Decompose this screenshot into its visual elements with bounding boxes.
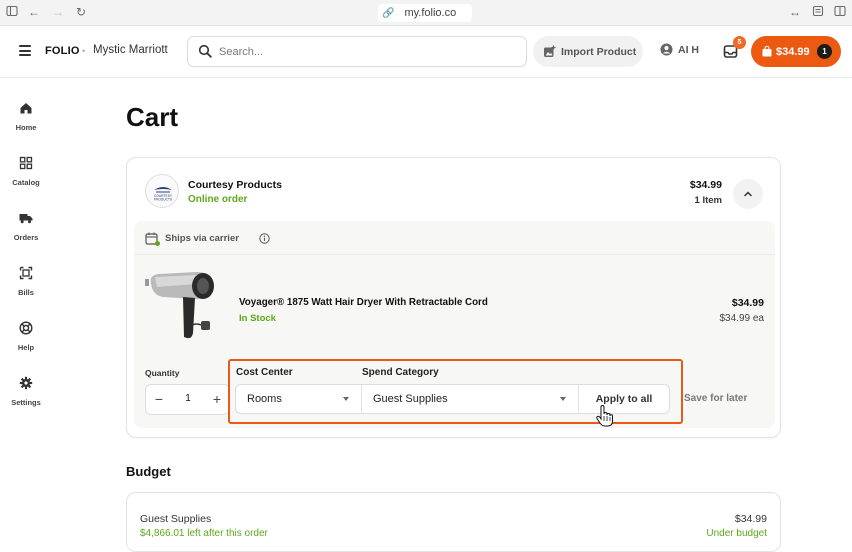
reload-icon[interactable]: ↻	[74, 5, 88, 19]
spend-category-select[interactable]: Guest Supplies	[362, 385, 579, 413]
sidebar-label-orders: Orders	[13, 233, 39, 242]
increase-quantity-button[interactable]: +	[209, 391, 225, 407]
forward-icon[interactable]: →	[51, 5, 65, 19]
cart-count-badge: 1	[817, 44, 832, 59]
grid-icon	[19, 156, 33, 170]
lifebuoy-icon	[19, 321, 33, 335]
apply-to-all-button[interactable]: Apply to all	[579, 385, 669, 413]
user-icon	[660, 43, 673, 56]
page-title: Cart	[126, 102, 179, 132]
sidebar-label-catalog: Catalog	[12, 178, 40, 187]
browser-toolbar: ← → ↻ 🔗 my.folio.co ↔	[0, 0, 852, 26]
receipt-icon	[19, 266, 33, 280]
gear-icon	[19, 376, 33, 390]
order-type: Online order	[188, 194, 248, 205]
address-text: my.folio.co	[404, 7, 457, 19]
user-menu[interactable]: AI H	[660, 43, 699, 56]
link-icon: 🔗	[382, 7, 395, 19]
product-name[interactable]: Voyager® 1875 Watt Hair Dryer With Retra…	[239, 297, 488, 308]
spend-category-label: Spend Category	[362, 367, 439, 378]
sidebar-toggle-icon[interactable]	[5, 5, 19, 19]
search-bar[interactable]	[187, 36, 527, 67]
truck-icon	[19, 214, 33, 224]
vendor-item-count: 1 Item	[694, 195, 722, 206]
vendor-name[interactable]: Courtesy Products	[188, 179, 282, 191]
sidebar-item-settings[interactable]: Settings	[0, 376, 52, 426]
shopping-bag-icon	[762, 46, 772, 57]
quantity-value[interactable]: 1	[176, 393, 200, 404]
line-price: $34.99	[731, 297, 764, 309]
svg-text:PRODUCTS: PRODUCTS	[154, 198, 173, 202]
decrease-quantity-button[interactable]: −	[151, 391, 167, 407]
cost-center-select[interactable]: Rooms	[236, 385, 362, 413]
sidebar-nav: Home Catalog Orders Bills Help Settings	[0, 79, 52, 533]
status-dot	[155, 241, 160, 246]
import-product-button[interactable]: Import Product	[533, 36, 643, 67]
shipment-header: Ships via carrier	[134, 221, 775, 255]
sidebar-label-bills: Bills	[18, 288, 34, 297]
budget-remaining: $4,866.01 left after this order	[140, 528, 268, 539]
search-input[interactable]	[219, 42, 509, 62]
cost-center-label: Cost Center	[236, 367, 293, 378]
user-name: AI H	[678, 43, 699, 56]
budget-title: Budget	[126, 464, 171, 479]
sidebar-label-home: Home	[15, 123, 37, 132]
budget-amount: $34.99	[734, 513, 767, 525]
import-product-label: Import Product	[561, 45, 637, 58]
budget-category: Guest Supplies	[140, 513, 212, 525]
spend-category-value: Guest Supplies	[373, 393, 448, 405]
quantity-stepper[interactable]: − 1 +	[145, 384, 230, 415]
image-add-icon	[544, 45, 556, 57]
menu-icon[interactable]	[19, 45, 31, 56]
vendor-total: $34.99	[689, 179, 722, 191]
sidebar-item-catalog[interactable]: Catalog	[0, 156, 52, 206]
split-view-icon[interactable]	[833, 5, 847, 19]
reader-icon[interactable]	[811, 5, 825, 19]
unit-price: $34.99 ea	[719, 313, 765, 324]
info-icon[interactable]	[259, 233, 270, 244]
cart-total: $34.99	[776, 45, 810, 58]
cart-button[interactable]: $34.99 1	[751, 36, 841, 67]
app-header: FOLIO • Mystic Marriott Import Product A…	[0, 26, 852, 78]
home-icon	[20, 103, 32, 114]
quantity-label: Quantity	[145, 368, 180, 378]
collapse-button[interactable]	[733, 179, 763, 209]
inbox-count-badge: 5	[733, 36, 746, 49]
save-for-later-button[interactable]: Save for later	[684, 393, 747, 404]
shipping-method: Ships via carrier	[165, 233, 239, 244]
sidebar-item-orders[interactable]: Orders	[0, 211, 52, 261]
property-selector[interactable]: Mystic Marriott	[93, 44, 168, 56]
caret-down-icon	[343, 397, 349, 401]
breadcrumb-separator: •	[82, 46, 86, 56]
sidebar-label-help: Help	[17, 343, 35, 352]
cost-center-value: Rooms	[247, 393, 282, 405]
budget-card: Guest Supplies $34.99 $4,866.01 left aft…	[126, 492, 781, 552]
address-bar[interactable]: 🔗 my.folio.co	[378, 4, 472, 22]
product-image[interactable]	[145, 265, 220, 345]
caret-down-icon	[560, 397, 566, 401]
hand-pointer-icon	[596, 405, 613, 427]
budget-status: Under budget	[706, 528, 767, 539]
extensions-icon[interactable]: ↔	[788, 5, 802, 19]
sidebar-item-help[interactable]: Help	[0, 321, 52, 371]
back-icon[interactable]: ←	[27, 5, 41, 19]
folio-logo[interactable]: FOLIO	[45, 45, 80, 57]
search-icon	[198, 44, 212, 58]
sidebar-item-bills[interactable]: Bills	[0, 266, 52, 316]
sidebar-label-settings: Settings	[11, 398, 41, 407]
chevron-up-icon	[744, 191, 752, 197]
sidebar-item-home[interactable]: Home	[0, 101, 52, 151]
stock-status: In Stock	[239, 313, 276, 324]
vendor-logo: COURTESY PRODUCTS	[145, 174, 179, 208]
